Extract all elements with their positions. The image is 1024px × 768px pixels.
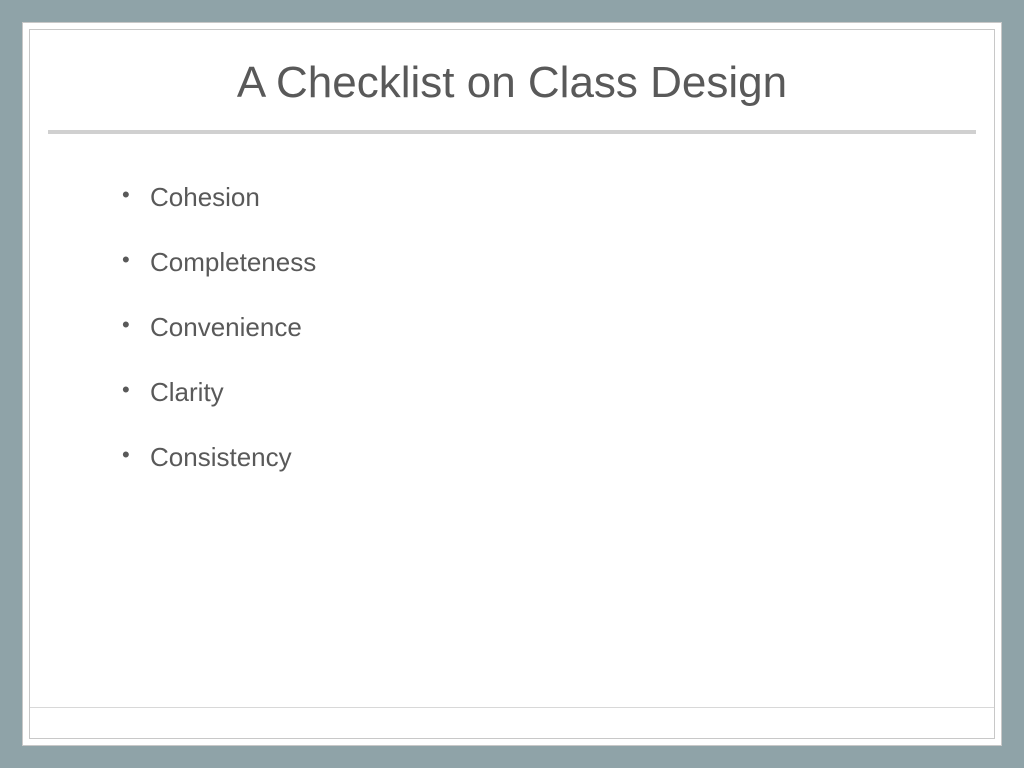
list-item: Convenience [122, 312, 974, 343]
bullet-list: Cohesion Completeness Convenience Clarit… [122, 182, 974, 473]
content-region: Cohesion Completeness Convenience Clarit… [30, 134, 994, 707]
list-item: Consistency [122, 442, 974, 473]
slide-outer-frame: A Checklist on Class Design Cohesion Com… [22, 22, 1002, 746]
footer-divider [30, 707, 994, 708]
slide-inner-frame: A Checklist on Class Design Cohesion Com… [29, 29, 995, 739]
list-item: Completeness [122, 247, 974, 278]
footer-spacer [30, 720, 994, 738]
list-item: Clarity [122, 377, 974, 408]
title-region: A Checklist on Class Design [30, 30, 994, 130]
slide-title: A Checklist on Class Design [50, 58, 974, 108]
list-item: Cohesion [122, 182, 974, 213]
